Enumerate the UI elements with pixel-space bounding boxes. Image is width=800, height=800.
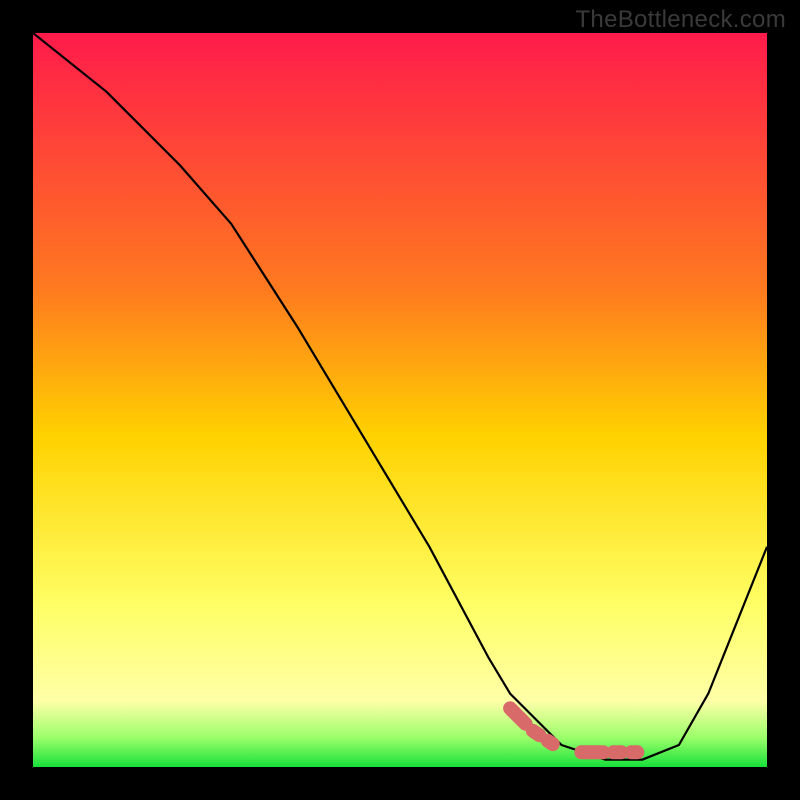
watermark-text: TheBottleneck.com — [575, 6, 786, 34]
chart-background — [33, 33, 767, 767]
bottleneck-chart — [33, 33, 767, 767]
chart-frame — [33, 33, 767, 767]
